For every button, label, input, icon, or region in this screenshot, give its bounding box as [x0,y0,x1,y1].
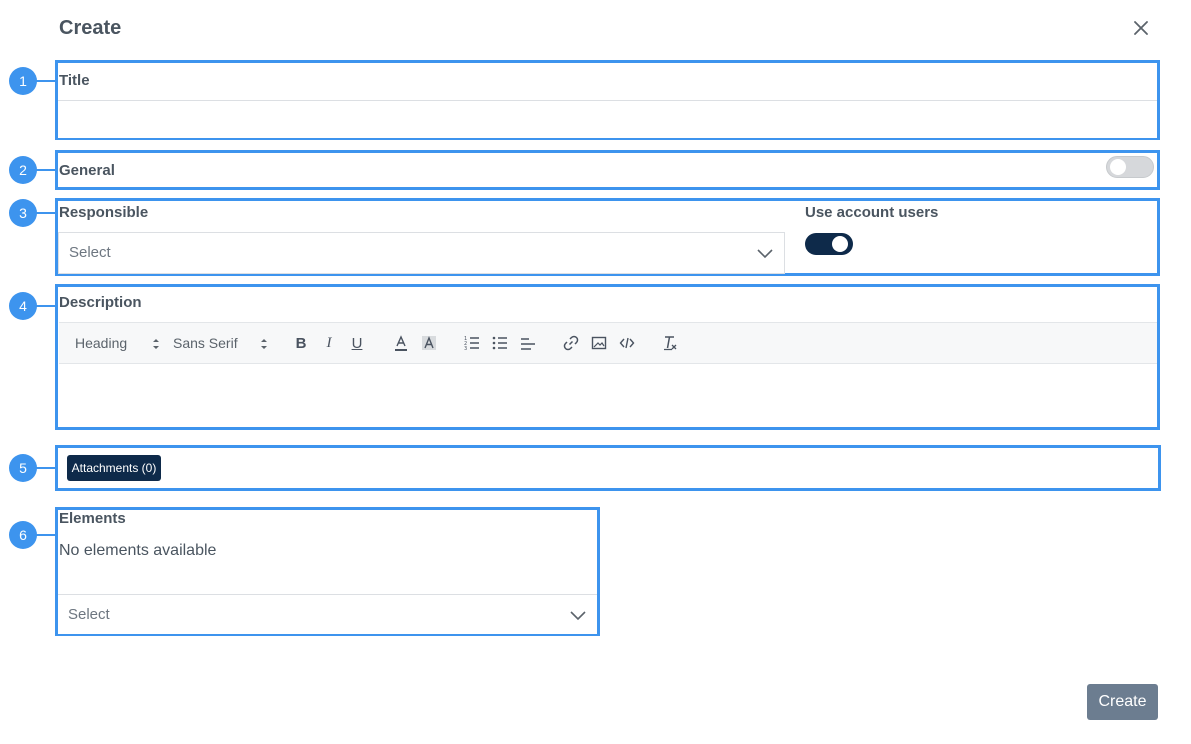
close-icon[interactable] [1130,17,1152,39]
annotation-line-4 [36,305,56,307]
description-editor[interactable] [59,364,1157,427]
annotation-marker-3: 3 [9,199,37,227]
font-select[interactable]: Sans Serif [173,335,238,351]
annotation-marker-2: 2 [9,156,37,184]
bullet-list-icon[interactable] [491,334,509,352]
elements-select[interactable]: Select [58,594,597,634]
ordered-list-icon[interactable]: 1 2 3 [463,334,481,352]
use-account-users-toggle-knob [832,236,848,252]
general-toggle[interactable] [1106,156,1154,178]
image-icon[interactable] [590,334,608,352]
chevron-down-icon [756,244,774,262]
title-label: Title [59,72,90,89]
responsible-select-value: Select [69,244,111,261]
responsible-select[interactable]: Select [58,232,785,274]
use-account-users-toggle[interactable] [805,233,853,255]
elements-empty-text: No elements available [59,542,217,559]
background-color-icon[interactable] [420,334,438,352]
annotation-line-5 [36,467,56,469]
svg-text:3: 3 [464,346,467,352]
bold-icon[interactable]: B [292,334,310,352]
annotation-line-1 [36,80,56,82]
elements-label: Elements [59,510,126,527]
create-modal: Create 1 Title 2 General 3 Responsible S… [0,0,1191,744]
elements-select-value: Select [68,606,110,623]
heading-updown-icon [153,339,159,349]
font-updown-icon [261,339,267,349]
annotation-line-2 [36,169,56,171]
general-label: General [59,162,115,179]
heading-select[interactable]: Heading [75,335,127,351]
text-color-icon[interactable] [392,334,410,352]
annotation-line-3 [36,212,56,214]
annotation-marker-1: 1 [9,67,37,95]
annotation-line-6 [36,534,56,536]
general-section-highlight [55,150,1160,190]
code-icon[interactable] [618,334,636,352]
editor-toolbar: Heading Sans Serif B I U 1 2 3 [59,322,1157,364]
underline-icon[interactable]: U [348,334,366,352]
responsible-label: Responsible [59,204,149,221]
italic-icon[interactable]: I [320,334,338,352]
attachments-button[interactable]: Attachments (0) [67,455,161,481]
annotation-marker-5: 5 [9,454,37,482]
align-icon[interactable] [519,334,537,352]
create-button[interactable]: Create [1087,684,1158,720]
link-icon[interactable] [562,334,580,352]
use-account-users-label: Use account users [805,204,939,221]
chevron-down-icon [569,606,587,624]
title-input[interactable] [58,100,1157,138]
attachments-section-highlight [55,445,1161,491]
annotation-marker-6: 6 [9,521,37,549]
modal-title: Create [59,17,122,39]
description-label: Description [59,294,142,311]
clear-format-icon[interactable] [661,334,679,352]
general-toggle-knob [1110,159,1126,175]
annotation-marker-4: 4 [9,292,37,320]
